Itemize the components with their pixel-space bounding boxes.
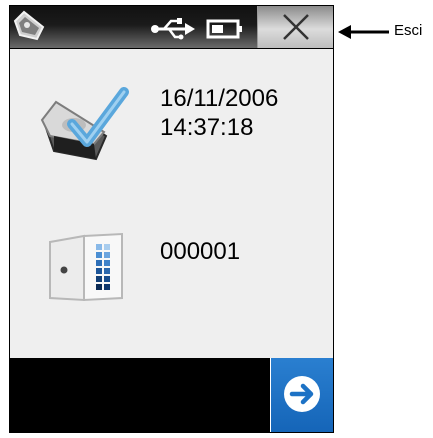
calibration-check-icon <box>32 84 132 172</box>
date-value: 16/11/2006 <box>160 85 279 112</box>
datetime-row: 16/11/2006 14:37:18 <box>10 84 333 184</box>
serial-row: 000001 <box>10 232 333 314</box>
arrow-right-circle-icon <box>284 376 320 412</box>
close-icon <box>283 14 309 40</box>
left-arrow-icon <box>338 25 389 39</box>
calibration-check-graphic <box>40 87 129 161</box>
sensor-icon-graphic <box>13 10 45 41</box>
exit-label: Esci <box>394 22 423 39</box>
color-sample-book-graphic <box>49 232 123 302</box>
bottom-bar <box>10 358 333 432</box>
datetime-text: 16/11/2006 14:37:18 <box>160 84 278 142</box>
next-button[interactable] <box>270 358 333 432</box>
device-screen: 16/11/2006 14:37:18 000001 <box>9 5 334 433</box>
close-button[interactable] <box>257 6 333 48</box>
serial-value: 000001 <box>160 238 241 265</box>
top-bar <box>10 6 333 49</box>
battery-icon <box>206 18 244 40</box>
sensor-icon <box>12 8 48 44</box>
usb-icon <box>150 18 196 40</box>
exit-callout: Esci <box>338 21 432 45</box>
battery-icon-graphic <box>206 19 242 39</box>
color-sample-book-icon <box>46 232 126 304</box>
usb-icon-graphic <box>151 18 195 40</box>
screenshot-stage: 16/11/2006 14:37:18 000001 Esci <box>0 0 433 438</box>
time-value: 14:37:18 <box>160 114 254 141</box>
